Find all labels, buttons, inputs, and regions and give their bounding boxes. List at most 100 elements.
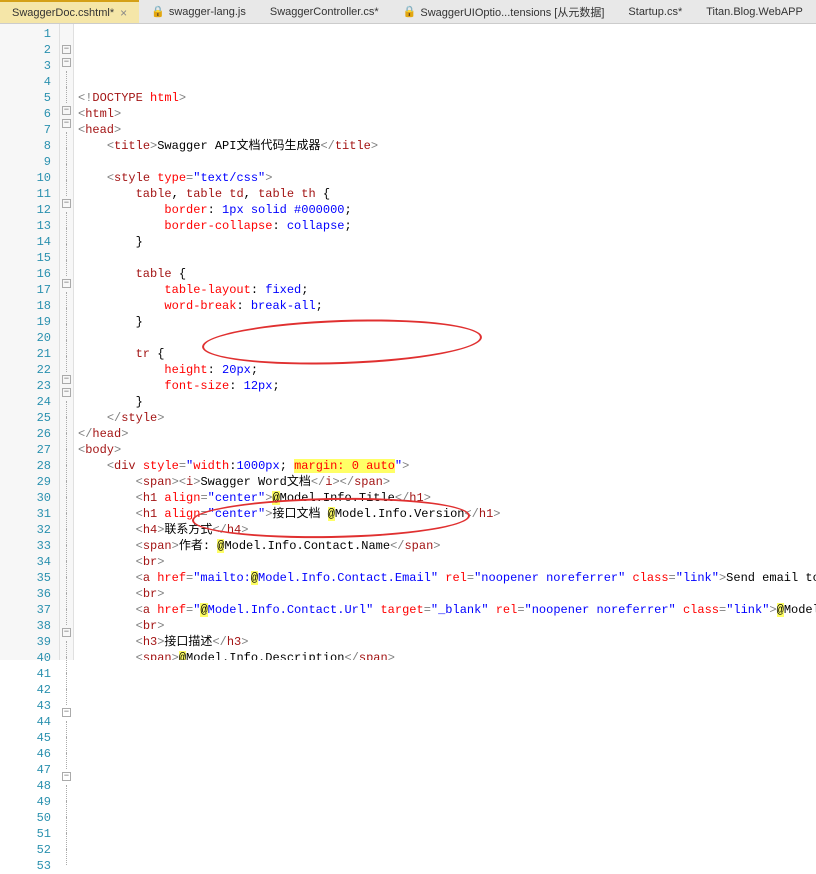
fold-guide <box>60 244 73 260</box>
code-line[interactable]: table-layout: fixed; <box>74 282 816 298</box>
code-line[interactable]: border: 1px solid #000000; <box>74 202 816 218</box>
code-line[interactable]: height: 20px; <box>74 362 816 378</box>
code-line[interactable]: </style> <box>74 410 816 426</box>
line-number: 5 <box>0 90 51 106</box>
code-line[interactable]: <h1 align="center">@Model.Info.Title</h1… <box>74 490 816 506</box>
fold-guide <box>60 228 73 244</box>
fold-toggle-icon[interactable]: − <box>62 119 71 128</box>
fold-guide <box>60 513 73 529</box>
close-icon[interactable]: × <box>120 6 127 20</box>
line-number: 12 <box>0 202 51 218</box>
fold-toggle-icon[interactable]: − <box>62 708 71 717</box>
fold-toggle-icon[interactable]: − <box>62 45 71 54</box>
fold-guide <box>60 87 73 103</box>
fold-guide <box>60 673 73 689</box>
fold-toggle-icon[interactable]: − <box>62 199 71 208</box>
line-number: 53 <box>0 858 51 874</box>
tab-swaggercontroller-cs-[interactable]: SwaggerController.cs* <box>258 0 391 23</box>
code-line[interactable]: tr { <box>74 346 816 362</box>
editor-area: 1234567891011121314151617181920212223242… <box>0 24 816 660</box>
tab-label: SwaggerController.cs* <box>270 6 379 18</box>
code-line[interactable]: } <box>74 314 816 330</box>
code-line[interactable] <box>74 154 816 170</box>
line-number: 43 <box>0 698 51 714</box>
line-number: 17 <box>0 282 51 298</box>
line-number: 28 <box>0 458 51 474</box>
code-line[interactable]: <body> <box>74 442 816 458</box>
code-line[interactable]: <br> <box>74 554 816 570</box>
fold-guide <box>60 801 73 817</box>
tab-startup-cs-[interactable]: Startup.cs* <box>616 0 694 23</box>
line-number: 37 <box>0 602 51 618</box>
code-line[interactable]: table { <box>74 266 816 282</box>
code-line[interactable]: <br> <box>74 618 816 634</box>
line-number: 7 <box>0 122 51 138</box>
fold-toggle-icon[interactable]: − <box>62 772 71 781</box>
code-line[interactable]: <a href="@Model.Info.Contact.Url" target… <box>74 602 816 618</box>
line-number: 13 <box>0 218 51 234</box>
code-line[interactable]: <span><i>Swagger Word文档</i></span> <box>74 474 816 490</box>
tab-swaggerdoc-cshtml-[interactable]: SwaggerDoc.cshtml*× <box>0 0 139 23</box>
code-line[interactable]: word-break: break-all; <box>74 298 816 314</box>
fold-guide <box>60 641 73 657</box>
fold-guide <box>60 71 73 87</box>
code-line[interactable]: <h1 align="center">接口文档 @Model.Info.Vers… <box>74 506 816 522</box>
line-number: 33 <box>0 538 51 554</box>
tab-label: Titan.Blog.WebAPP <box>706 6 803 18</box>
line-number: 45 <box>0 730 51 746</box>
line-number: 18 <box>0 298 51 314</box>
line-number: 2 <box>0 42 51 58</box>
code-line[interactable]: <style type="text/css"> <box>74 170 816 186</box>
fold-guide <box>60 849 73 865</box>
code-line[interactable]: <h4>联系方式</h4> <box>74 522 816 538</box>
code-line[interactable]: table, table td, table th { <box>74 186 816 202</box>
line-number: 52 <box>0 842 51 858</box>
line-number: 27 <box>0 442 51 458</box>
code-line[interactable]: font-size: 12px; <box>74 378 816 394</box>
code-line[interactable]: <br> <box>74 586 816 602</box>
line-number: 22 <box>0 362 51 378</box>
line-number: 8 <box>0 138 51 154</box>
line-number: 9 <box>0 154 51 170</box>
fold-toggle-icon[interactable]: − <box>62 628 71 637</box>
code-line[interactable]: <span>作者: @Model.Info.Contact.Name</span… <box>74 538 816 554</box>
code-line[interactable]: } <box>74 234 816 250</box>
code-line[interactable]: <h3>接口描述</h3> <box>74 634 816 650</box>
line-number: 41 <box>0 666 51 682</box>
fold-toggle-icon[interactable]: − <box>62 388 71 397</box>
tab-swaggeruioptio---tensions-------[interactable]: 🔒SwaggerUIOptio...tensions [从元数据] <box>391 0 617 23</box>
code-line[interactable]: <a href="mailto:@Model.Info.Contact.Emai… <box>74 570 816 586</box>
code-line[interactable]: } <box>74 394 816 410</box>
line-number: 24 <box>0 394 51 410</box>
fold-toggle-icon[interactable]: − <box>62 106 71 115</box>
code-line[interactable]: <!DOCTYPE html> <box>74 90 816 106</box>
line-number: 35 <box>0 570 51 586</box>
tab-swagger-lang-js[interactable]: 🔒swagger-lang.js <box>139 0 258 23</box>
code-line[interactable]: <head> <box>74 122 816 138</box>
code-line[interactable]: <html> <box>74 106 816 122</box>
fold-toggle-icon[interactable]: − <box>62 375 71 384</box>
fold-guide <box>60 148 73 164</box>
fold-toggle-icon[interactable]: − <box>62 279 71 288</box>
tab-label: SwaggerUIOptio...tensions [从元数据] <box>420 4 604 20</box>
fold-guide <box>60 433 73 449</box>
line-number: 14 <box>0 234 51 250</box>
code-line[interactable]: </head> <box>74 426 816 442</box>
tab-label: Startup.cs* <box>628 6 682 18</box>
fold-guide <box>60 497 73 513</box>
code-line[interactable]: <title>Swagger API文档代码生成器</title> <box>74 138 816 154</box>
code-line[interactable]: border-collapse: collapse; <box>74 218 816 234</box>
code-content[interactable]: <!DOCTYPE html><html><head> <title>Swagg… <box>74 24 816 660</box>
fold-toggle-icon[interactable]: − <box>62 58 71 67</box>
tab-titan-blog-webapp[interactable]: Titan.Blog.WebAPP <box>694 0 815 23</box>
line-number: 31 <box>0 506 51 522</box>
fold-guide <box>60 785 73 801</box>
line-number: 19 <box>0 314 51 330</box>
code-line[interactable]: <span>@Model.Info.Description</span> <box>74 650 816 660</box>
line-number: 29 <box>0 474 51 490</box>
code-line[interactable]: <div style="width:1000px; margin: 0 auto… <box>74 458 816 474</box>
tab-label: swagger-lang.js <box>169 6 246 18</box>
code-line[interactable] <box>74 250 816 266</box>
fold-guide <box>60 689 73 705</box>
code-line[interactable] <box>74 330 816 346</box>
